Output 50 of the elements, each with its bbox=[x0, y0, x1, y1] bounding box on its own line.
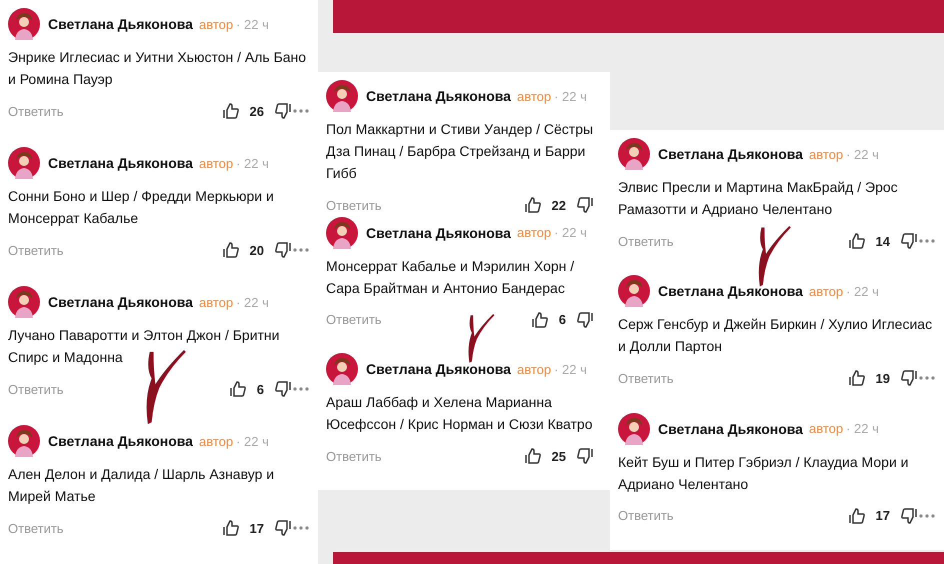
like-count: 22 bbox=[552, 198, 566, 212]
like-count: 6 bbox=[558, 312, 566, 328]
comment-text: Ален Делон и Далида / Шарль Азнавур и Мирей Матье bbox=[8, 465, 276, 506]
author-label: автор bbox=[808, 421, 844, 436]
comment-time: · 22 ч bbox=[236, 434, 269, 448]
comment-text: Серж Генсбур и Джейн Биркин / Хулио Иглесиас и Долли Партон bbox=[618, 315, 934, 356]
comment-text: Монсеррат Кабалье и Мэрилин Хорн / Сара Брайтман и Антонио Бандерас bbox=[326, 256, 576, 298]
comment-time: · 22 ч bbox=[846, 146, 879, 162]
comment-time: · 22 ч bbox=[554, 362, 587, 377]
comment-text: Араш Лаббаф и Хелена Марианна Юсефссон / Крис Норман и Сюзи Кватро bbox=[326, 393, 594, 434]
author-name[interactable]: Светлана Дьяконова bbox=[366, 224, 511, 241]
like-count: 26 bbox=[250, 104, 264, 118]
author-label: автор bbox=[808, 146, 844, 162]
author-name[interactable]: Светлана Дьяконова bbox=[366, 88, 511, 104]
author-label: автор bbox=[516, 225, 552, 240]
comment-text: Лучано Паваротти и Элтон Джон / Бритни Спирс и Мадонна bbox=[8, 326, 280, 367]
comment-text: Элвис Пресли и Мартина МакБрайд / Эрос Рамазотти и Адриано Челентано bbox=[618, 178, 899, 219]
like-count: 25 bbox=[552, 448, 566, 464]
author-name[interactable]: Светлана Дьяконова bbox=[48, 433, 193, 449]
like-count: 20 bbox=[250, 242, 264, 258]
author-name[interactable]: Светлана Дьяконова bbox=[48, 294, 193, 310]
author-name[interactable]: Светлана Дьяконова bbox=[48, 155, 193, 171]
like-count: 17 bbox=[250, 520, 264, 536]
author-label: автор bbox=[198, 294, 234, 310]
author-name[interactable]: Светлана Дьяконова bbox=[658, 283, 803, 300]
comment-text: Пол Маккартни и Стиви Уандер / Сёстры Дза Пинац / Барбра Стрейзанд и Барри Гибб bbox=[326, 120, 594, 183]
comment-time: · 22 ч bbox=[554, 225, 587, 240]
comment-text: Кейт Буш и Питер Гэбриэл / Клаудиа Мори и Адриано Челентано bbox=[618, 452, 910, 494]
author-label: автор bbox=[516, 88, 552, 104]
comment-time: · 22 ч bbox=[236, 16, 269, 32]
like-count: 6 bbox=[256, 382, 264, 396]
author-label: автор bbox=[198, 434, 234, 448]
comment-time: · 22 ч bbox=[554, 88, 587, 104]
author-name[interactable]: Светлана Дьяконова bbox=[658, 146, 803, 162]
comment-time: · 22 ч bbox=[236, 294, 269, 310]
like-count: 14 bbox=[876, 234, 890, 248]
author-label: автор bbox=[198, 156, 234, 170]
author-name[interactable]: Светлана Дьяконова bbox=[366, 361, 511, 378]
like-count: 19 bbox=[876, 370, 890, 386]
author-name[interactable]: Светлана Дьяконова bbox=[658, 420, 803, 437]
comment-text: Сонни Боно и Шер / Фредди Меркьюри и Монсеррат Кабалье bbox=[8, 187, 275, 228]
author-label: автор bbox=[198, 16, 234, 32]
author-name[interactable]: Светлана Дьяконова bbox=[48, 16, 193, 32]
comment-time: · 22 ч bbox=[846, 421, 879, 436]
author-label: автор bbox=[516, 362, 552, 377]
comment-time: · 22 ч bbox=[846, 284, 879, 299]
comment-text: Энрике Иглесиас и Уитни Хьюстон / Аль Бано и Ромина Пауэр bbox=[8, 48, 308, 89]
like-count: 17 bbox=[876, 508, 890, 524]
comment-time: · 22 ч bbox=[236, 156, 269, 170]
author-label: автор bbox=[808, 284, 844, 299]
